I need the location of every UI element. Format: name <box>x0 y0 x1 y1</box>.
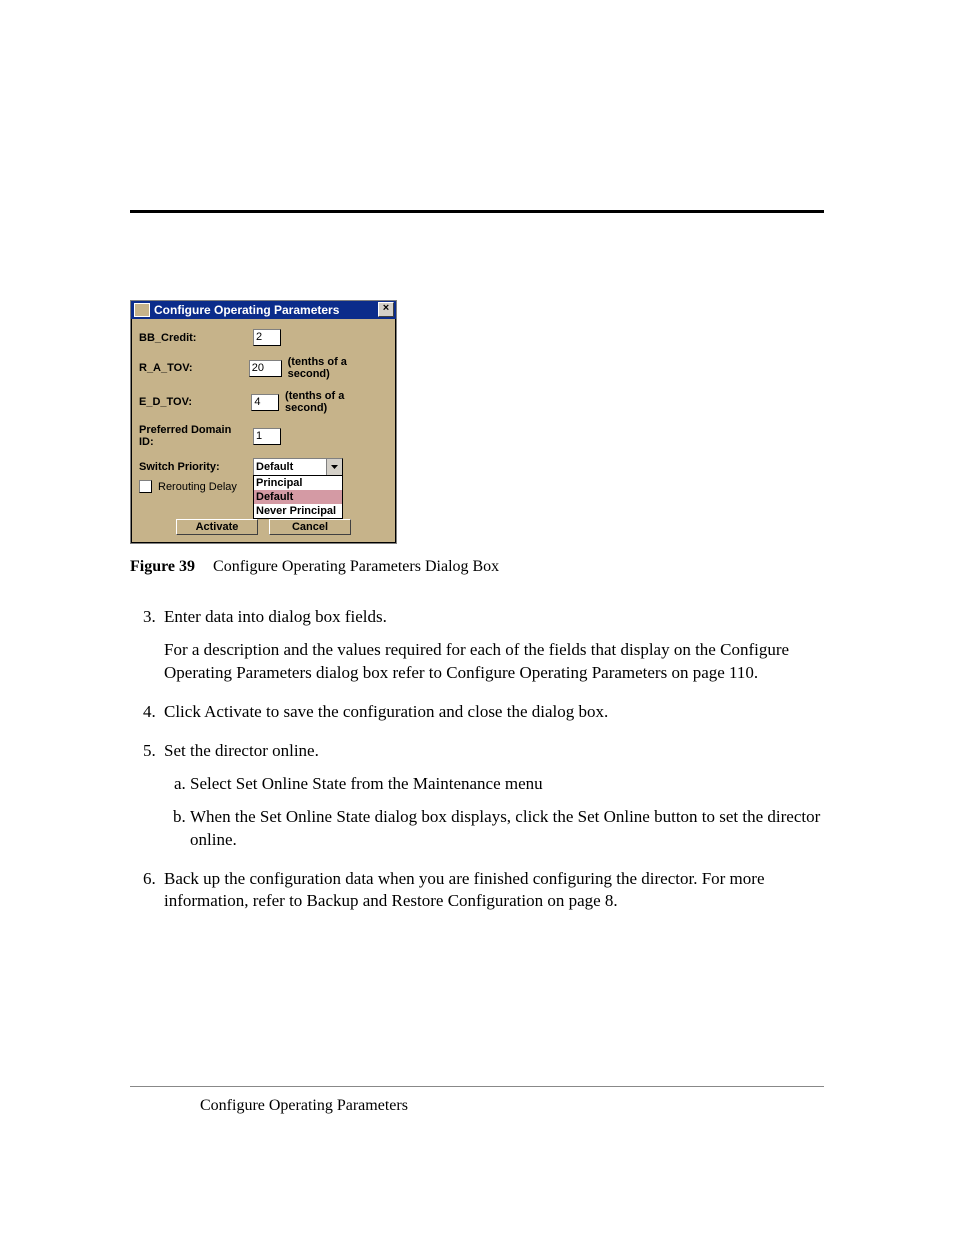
page: Configure Operating Parameters × BB_Cred… <box>0 0 954 1235</box>
option-principal[interactable]: Principal <box>254 476 342 490</box>
footer-text: Configure Operating Parameters <box>200 1097 824 1115</box>
dropdown-list: Principal Default Never Principal <box>253 475 343 519</box>
select-value: Default <box>256 461 293 473</box>
dialog-titlebar: Configure Operating Parameters × <box>131 301 396 319</box>
label-bb-credit: BB_Credit: <box>139 332 247 344</box>
input-ra-tov[interactable]: 20 <box>249 360 282 377</box>
figure-caption: Figure 39 Configure Operating Parameters… <box>130 558 824 576</box>
option-never-principal[interactable]: Never Principal <box>254 504 342 518</box>
activate-button[interactable]: Activate <box>176 519 258 535</box>
option-default[interactable]: Default <box>254 490 342 504</box>
header-rule <box>130 210 824 213</box>
step-6: Back up the configuration data when you … <box>160 868 824 914</box>
step-list: Enter data into dialog box fields. For a… <box>130 606 824 913</box>
step-5-lead: Set the director online. <box>164 741 319 760</box>
step-5-sublist: Select Set Online State from the Mainten… <box>164 773 824 852</box>
content-area: Configure Operating Parameters × BB_Cred… <box>130 300 824 913</box>
cancel-button[interactable]: Cancel <box>269 519 351 535</box>
label-rerouting-delay: Rerouting Delay <box>158 481 237 493</box>
checkbox-rerouting-delay[interactable] <box>139 480 152 493</box>
config-params-dialog: Configure Operating Parameters × BB_Cred… <box>130 300 397 544</box>
figure-text: Configure Operating Parameters Dialog Bo… <box>213 558 499 575</box>
unit-ed-tov: (tenths of a second) <box>285 390 388 414</box>
row-pref-domain: Preferred Domain ID: 1 <box>139 424 388 448</box>
dialog-title: Configure Operating Parameters <box>154 303 374 317</box>
step-3: Enter data into dialog box fields. For a… <box>160 606 824 685</box>
page-footer: Configure Operating Parameters <box>130 1086 824 1115</box>
step-5: Set the director online. Select Set Onli… <box>160 740 824 852</box>
label-pref-domain: Preferred Domain ID: <box>139 424 247 448</box>
step-3-para: For a description and the values require… <box>164 639 824 685</box>
input-ed-tov[interactable]: 4 <box>251 394 279 411</box>
input-pref-domain[interactable]: 1 <box>253 428 281 445</box>
step-5a: Select Set Online State from the Mainten… <box>190 773 824 796</box>
step-5b: When the Set Online State dialog box dis… <box>190 806 824 852</box>
input-bb-credit[interactable]: 2 <box>253 329 281 346</box>
figure-label: Figure 39 <box>130 558 195 575</box>
select-switch-priority[interactable]: Default Principal Default Never Principa… <box>253 458 343 476</box>
dialog-body: BB_Credit: 2 R_A_TOV: 20 (tenths of a se… <box>131 319 396 543</box>
row-ra-tov: R_A_TOV: 20 (tenths of a second) <box>139 356 388 380</box>
unit-ra-tov: (tenths of a second) <box>288 356 388 380</box>
step-3-lead: Enter data into dialog box fields. <box>164 607 387 626</box>
close-icon[interactable]: × <box>378 302 394 317</box>
row-ed-tov: E_D_TOV: 4 (tenths of a second) <box>139 390 388 414</box>
label-ra-tov: R_A_TOV: <box>139 362 243 374</box>
label-ed-tov: E_D_TOV: <box>139 396 245 408</box>
row-bb-credit: BB_Credit: 2 <box>139 329 388 346</box>
label-switch-priority: Switch Priority: <box>139 461 247 473</box>
step-4: Click Activate to save the configuration… <box>160 701 824 724</box>
chevron-down-icon <box>326 459 342 475</box>
row-switch-priority: Switch Priority: Default Principal Defau… <box>139 458 388 476</box>
system-menu-icon <box>134 303 150 317</box>
